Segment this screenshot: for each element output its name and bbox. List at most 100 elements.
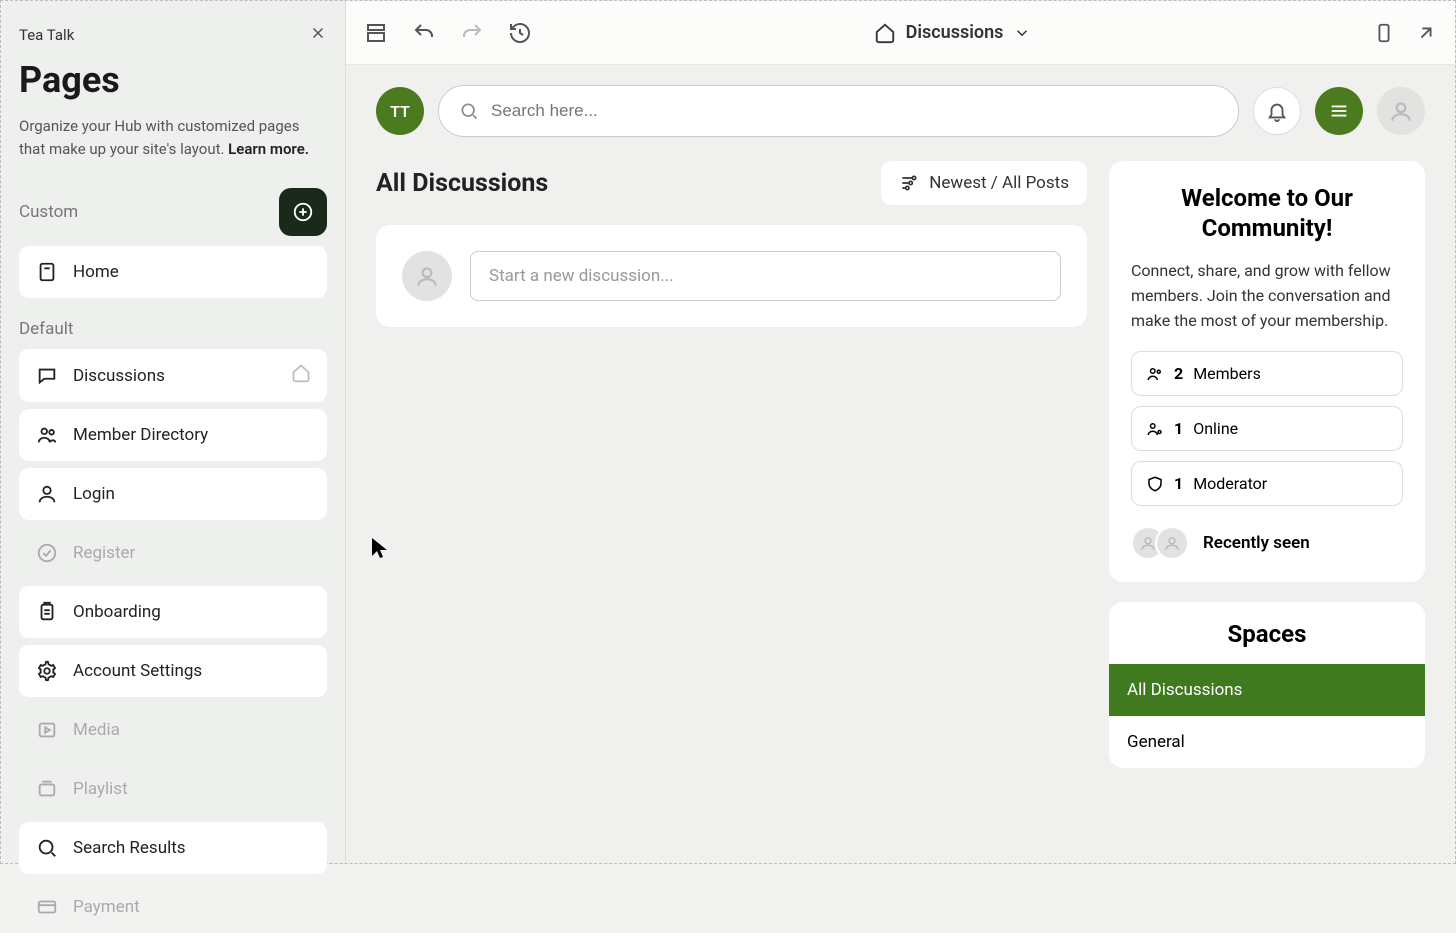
filter-label: Newest / All Posts — [929, 173, 1069, 193]
undo-button[interactable] — [412, 21, 436, 45]
space-general[interactable]: General — [1109, 716, 1425, 768]
stat-moderator[interactable]: 1 Moderator — [1131, 461, 1403, 506]
stat-members[interactable]: 2 Members — [1131, 351, 1403, 396]
sidebar-item-member-directory[interactable]: Member Directory — [19, 409, 327, 461]
gear-icon — [35, 659, 59, 683]
pages-title: Pages — [19, 59, 327, 101]
space-label: All Discussions — [1127, 680, 1242, 700]
sidebar-item-label: Login — [73, 484, 115, 504]
pages-sidebar: Tea Talk Pages Organize your Hub with cu… — [1, 1, 346, 863]
close-icon — [309, 24, 327, 42]
sidebar-item-playlist[interactable]: Playlist — [19, 763, 327, 815]
sidebar-item-label: Playlist — [73, 779, 128, 799]
clipboard-icon — [35, 600, 59, 624]
chevron-down-icon — [1013, 24, 1031, 42]
sidebar-item-onboarding[interactable]: Onboarding — [19, 586, 327, 638]
user-icon — [35, 482, 59, 506]
recently-seen-row[interactable]: Recently seen — [1131, 516, 1403, 560]
current-page-selector[interactable]: Discussions — [874, 22, 1032, 44]
workspace-name: Tea Talk — [19, 26, 74, 44]
new-discussion-input[interactable]: Start a new discussion... — [470, 251, 1061, 301]
topbar: Discussions — [346, 1, 1455, 65]
welcome-body: Connect, share, and grow with fellow mem… — [1131, 259, 1403, 333]
compose-placeholder: Start a new discussion... — [489, 266, 674, 286]
credit-card-icon — [35, 895, 59, 919]
space-all-discussions[interactable]: All Discussions — [1109, 664, 1425, 716]
users-icon — [35, 423, 59, 447]
preview-area: TT All Discussions Newest / All Posts — [346, 65, 1455, 863]
bell-icon — [1266, 100, 1288, 122]
document-icon — [35, 260, 59, 284]
user-avatar[interactable] — [1377, 87, 1425, 135]
brand-initials: TT — [390, 102, 410, 121]
search-icon — [459, 101, 479, 121]
history-button[interactable] — [508, 21, 532, 45]
spaces-widget: Spaces All Discussions General — [1109, 602, 1425, 768]
sidebar-item-label: Account Settings — [73, 661, 202, 681]
open-external-button[interactable] — [1415, 22, 1437, 44]
sidebar-item-payment[interactable]: Payment — [19, 881, 327, 933]
online-icon — [1146, 420, 1164, 438]
recent-avatar — [1155, 526, 1189, 560]
sidebar-item-search-results[interactable]: Search Results — [19, 822, 327, 874]
add-page-button[interactable] — [279, 188, 327, 236]
sidebar-item-label: Member Directory — [73, 425, 208, 445]
sidebar-item-register[interactable]: Register — [19, 527, 327, 579]
stat-count: 2 — [1174, 364, 1183, 383]
sidebar-item-media[interactable]: Media — [19, 704, 327, 756]
redo-button[interactable] — [460, 21, 484, 45]
sidebar-item-account-settings[interactable]: Account Settings — [19, 645, 327, 697]
stat-label: Members — [1193, 364, 1261, 383]
avatar-stack — [1131, 526, 1189, 560]
stat-count: 1 — [1174, 474, 1183, 493]
sidebar-item-label: Register — [73, 543, 135, 563]
sidebar-item-label: Payment — [73, 897, 140, 917]
check-circle-icon — [35, 541, 59, 565]
search-input[interactable] — [491, 101, 1218, 121]
spaces-title: Spaces — [1109, 614, 1425, 664]
menu-button[interactable] — [1315, 87, 1363, 135]
custom-section-label: Custom — [19, 202, 78, 222]
filter-icon — [899, 173, 919, 193]
welcome-title: Welcome to Our Community! — [1131, 183, 1403, 243]
chat-icon — [35, 364, 59, 388]
brand-avatar[interactable]: TT — [376, 87, 424, 135]
search-icon — [35, 836, 59, 860]
sidebar-item-label: Media — [73, 720, 120, 740]
discussions-heading: All Discussions — [376, 169, 548, 198]
sidebar-item-home[interactable]: Home — [19, 246, 327, 298]
avatar-icon — [1388, 98, 1414, 124]
playlist-icon — [35, 777, 59, 801]
close-sidebar-button[interactable] — [309, 23, 327, 47]
shield-icon — [1146, 475, 1164, 493]
recently-seen-label: Recently seen — [1203, 533, 1310, 553]
pages-description: Organize your Hub with customized pages … — [19, 115, 327, 160]
learn-more-link[interactable]: Learn more. — [228, 140, 309, 158]
notifications-button[interactable] — [1253, 87, 1301, 135]
layout-toggle-button[interactable] — [364, 21, 388, 45]
default-section-label: Default — [19, 319, 73, 339]
stat-count: 1 — [1174, 419, 1183, 438]
global-search[interactable] — [438, 85, 1239, 137]
menu-icon — [1328, 100, 1350, 122]
avatar-icon — [414, 263, 440, 289]
new-discussion-card: Start a new discussion... — [376, 225, 1087, 327]
sidebar-item-label: Search Results — [73, 838, 186, 858]
sidebar-item-label: Onboarding — [73, 602, 161, 622]
stat-label: Moderator — [1193, 474, 1267, 493]
composer-avatar — [402, 251, 452, 301]
home-indicator-icon — [291, 363, 311, 388]
sidebar-item-label: Home — [73, 262, 119, 282]
mobile-preview-button[interactable] — [1373, 22, 1395, 44]
plus-icon — [292, 201, 314, 223]
play-square-icon — [35, 718, 59, 742]
home-icon — [874, 22, 896, 44]
space-label: General — [1127, 732, 1185, 752]
sidebar-item-label: Discussions — [73, 366, 165, 386]
stat-online[interactable]: 1 Online — [1131, 406, 1403, 451]
sidebar-item-login[interactable]: Login — [19, 468, 327, 520]
filter-button[interactable]: Newest / All Posts — [881, 161, 1087, 205]
sidebar-item-discussions[interactable]: Discussions — [19, 349, 327, 402]
welcome-widget: Welcome to Our Community! Connect, share… — [1109, 161, 1425, 582]
users-icon — [1146, 365, 1164, 383]
